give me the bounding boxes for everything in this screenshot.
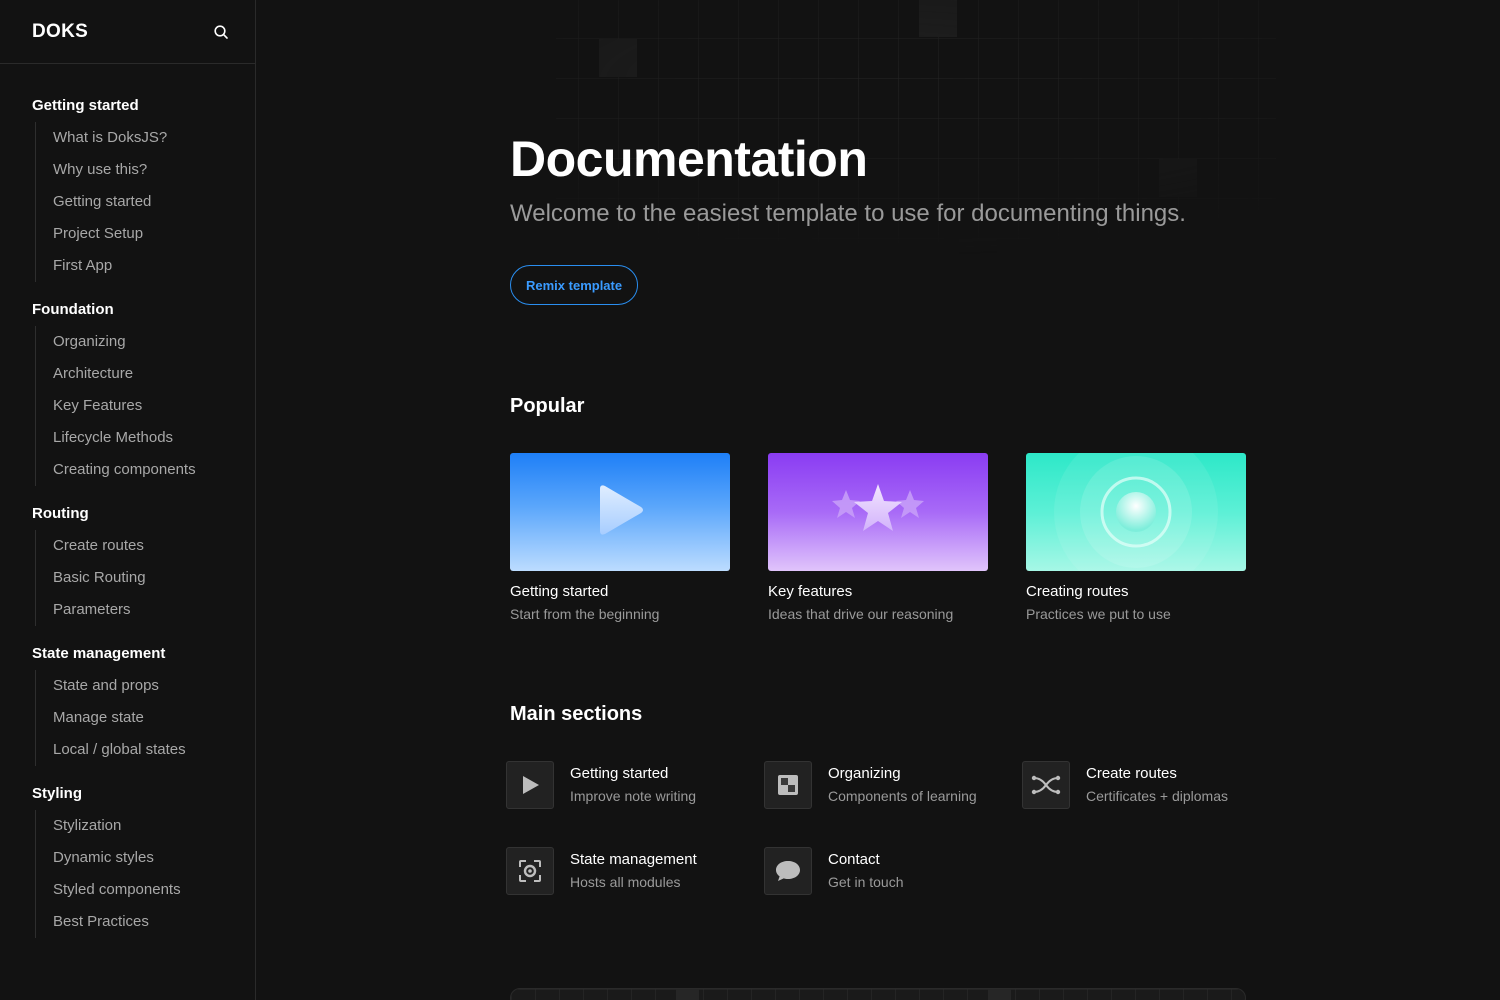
section-text: State management Hosts all modules (570, 851, 697, 890)
sidebar-item-why-use-this[interactable]: Why use this? (53, 154, 255, 186)
sidebar-item-architecture[interactable]: Architecture (53, 358, 255, 390)
section-text: Getting started Improve note writing (570, 765, 696, 804)
card-title: Key features (768, 583, 853, 600)
page-title: Documentation (510, 131, 868, 187)
section-description: Hosts all modules (570, 874, 681, 890)
footer-banner-edge (510, 988, 1246, 1000)
sidebar-item-lifecycle-methods[interactable]: Lifecycle Methods (53, 422, 255, 454)
nav-group-foundation: Foundation Organizing Architecture Key F… (32, 298, 255, 486)
section-description: Components of learning (828, 788, 977, 804)
card-title: Creating routes (1026, 583, 1129, 600)
remix-template-button[interactable]: Remix template (510, 265, 639, 305)
sidebar-item-local-global-states[interactable]: Local / global states (53, 734, 255, 766)
search-button[interactable] (211, 22, 231, 42)
sidebar-item-parameters[interactable]: Parameters (53, 594, 255, 626)
focus-icon (519, 860, 541, 882)
nav-group-state-management: State management State and props Manage … (32, 642, 255, 766)
card-thumbnail (510, 453, 730, 571)
page-subtitle: Welcome to the easiest template to use f… (510, 200, 1186, 227)
section-text: Create routes Certificates + diplomas (1086, 765, 1228, 804)
section-icon-box (764, 761, 812, 809)
popular-card-key-features[interactable]: Key features Ideas that drive our reason… (768, 453, 988, 622)
sidebar: DOKS Getting started What is DoksJS? Why… (0, 0, 256, 1000)
sidebar-item-stylization[interactable]: Stylization (53, 810, 255, 842)
nav-group-title: Foundation (32, 301, 114, 318)
section-contact[interactable]: Contact Get in touch (764, 847, 1014, 897)
nav-list: Create routes Basic Routing Parameters (35, 530, 255, 626)
layout-icon (778, 775, 798, 795)
popular-heading: Popular (510, 395, 585, 417)
section-text: Contact Get in touch (828, 851, 904, 890)
section-label: Contact (828, 851, 880, 868)
card-description: Start from the beginning (510, 606, 660, 622)
nav-group-title: Routing (32, 505, 89, 522)
card-title: Getting started (510, 583, 609, 600)
section-description: Get in touch (828, 874, 904, 890)
sidebar-item-project-setup[interactable]: Project Setup (53, 218, 255, 250)
section-state-management[interactable]: State management Hosts all modules (506, 847, 756, 897)
sidebar-nav: Getting started What is DoksJS? Why use … (0, 64, 255, 938)
logo[interactable]: DOKS (32, 21, 88, 43)
card-thumbnail (1026, 453, 1246, 571)
popular-card-getting-started[interactable]: Getting started Start from the beginning (510, 453, 730, 622)
section-label: Organizing (828, 765, 901, 782)
section-label: Getting started (570, 765, 669, 782)
shuffle-icon (1031, 775, 1061, 795)
nav-group-styling: Styling Stylization Dynamic styles Style… (32, 782, 255, 938)
footer-grid-pattern (511, 989, 1245, 1000)
section-icon-box (764, 847, 812, 895)
sidebar-item-dynamic-styles[interactable]: Dynamic styles (53, 842, 255, 874)
card-thumbnail (768, 453, 988, 571)
nav-list: What is DoksJS? Why use this? Getting st… (35, 122, 255, 282)
sidebar-item-best-practices[interactable]: Best Practices (53, 906, 255, 938)
sidebar-item-getting-started[interactable]: Getting started (53, 186, 255, 218)
section-organizing[interactable]: Organizing Components of learning (764, 761, 1014, 811)
nav-group-routing: Routing Create routes Basic Routing Para… (32, 502, 255, 626)
section-create-routes[interactable]: Create routes Certificates + diplomas (1022, 761, 1272, 811)
sidebar-item-what-is-doksjs[interactable]: What is DoksJS? (53, 122, 255, 154)
section-icon-box (506, 761, 554, 809)
section-text: Organizing Components of learning (828, 765, 977, 804)
section-icon-box (506, 847, 554, 895)
play-icon (523, 776, 539, 794)
card-description: Practices we put to use (1026, 606, 1171, 622)
main-content: Documentation Welcome to the easiest tem… (256, 0, 1500, 1000)
sidebar-item-key-features[interactable]: Key Features (53, 390, 255, 422)
sidebar-item-creating-components[interactable]: Creating components (53, 454, 255, 486)
section-description: Certificates + diplomas (1086, 788, 1229, 804)
nav-group-title: Styling (32, 785, 83, 802)
nav-list: Organizing Architecture Key Features Lif… (35, 326, 255, 486)
orb-icon (1054, 453, 1218, 571)
popular-card-creating-routes[interactable]: Creating routes Practices we put to use (1026, 453, 1246, 622)
play-icon (600, 485, 643, 535)
star-icon (832, 484, 924, 531)
section-getting-started[interactable]: Getting started Improve note writing (506, 761, 756, 811)
nav-group-title: Getting started (32, 97, 139, 114)
sidebar-header: DOKS (0, 0, 255, 64)
sidebar-item-first-app[interactable]: First App (53, 250, 255, 282)
sidebar-item-manage-state[interactable]: Manage state (53, 702, 255, 734)
section-label: State management (570, 851, 697, 868)
main-sections-heading: Main sections (510, 703, 643, 725)
nav-list: Stylization Dynamic styles Styled compon… (35, 810, 255, 938)
section-label: Create routes (1086, 765, 1177, 782)
sidebar-item-create-routes[interactable]: Create routes (53, 530, 255, 562)
hero-grid-background (556, 0, 1276, 320)
search-icon (214, 24, 228, 39)
sidebar-item-state-and-props[interactable]: State and props (53, 670, 255, 702)
nav-group-getting-started: Getting started What is DoksJS? Why use … (32, 94, 255, 282)
card-description: Ideas that drive our reasoning (768, 606, 954, 622)
nav-group-title: State management (32, 645, 166, 662)
section-description: Improve note writing (570, 788, 697, 804)
sidebar-item-styled-components[interactable]: Styled components (53, 874, 255, 906)
nav-list: State and props Manage state Local / glo… (35, 670, 255, 766)
chat-icon (776, 861, 800, 881)
sidebar-item-organizing[interactable]: Organizing (53, 326, 255, 358)
sidebar-item-basic-routing[interactable]: Basic Routing (53, 562, 255, 594)
section-icon-box (1022, 761, 1070, 809)
